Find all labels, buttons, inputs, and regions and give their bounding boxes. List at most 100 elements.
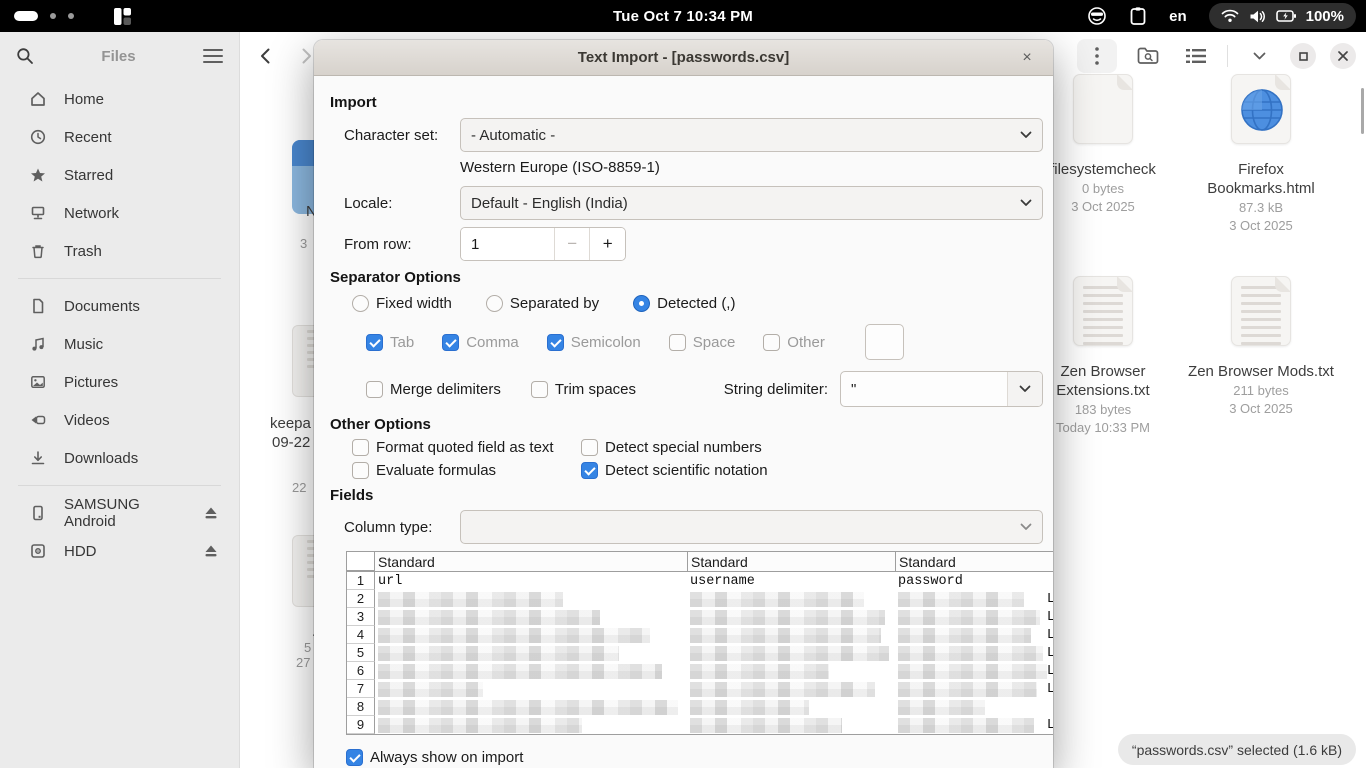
video-icon [30,412,46,428]
comma-label: Comma [466,334,519,351]
chevron-down-icon [1020,199,1032,207]
close-window-button[interactable] [1330,43,1356,69]
sidebar-item-downloads[interactable]: Downloads [6,439,233,477]
fixed-width-radio[interactable] [352,295,369,312]
text-file-icon [1073,276,1133,346]
sidebar-item-videos[interactable]: Videos [6,401,233,439]
increment-button[interactable]: + [589,228,625,260]
separator-heading: Separator Options [330,269,1043,286]
search-folder-button[interactable] [1131,39,1165,73]
search-icon[interactable] [16,47,34,65]
system-status-area[interactable]: 100% [1209,3,1356,29]
harddisk-icon [30,543,46,559]
locale-select[interactable]: Default - English (India) [460,186,1043,220]
preview-table[interactable]: Standard Standard Standard 1 url usernam… [346,551,1053,735]
sidebar-item-label: Starred [64,167,219,184]
file-size: 87.3 kB [1239,200,1283,216]
chevron-down-icon[interactable] [1007,372,1042,406]
keyboard-layout-indicator[interactable]: en [1169,8,1187,25]
sidebar-item-starred[interactable]: Starred [6,156,233,194]
format-quoted-checkbox[interactable] [352,439,369,456]
table-row-redacted: 3 L [347,608,1053,626]
eject-icon[interactable] [203,544,219,558]
charset-value: - Automatic - [471,127,555,144]
sidebar-item-pictures[interactable]: Pictures [6,363,233,401]
other-separator-input[interactable] [865,324,904,360]
sidebar-item-samsung-android[interactable]: SAMSUNG Android [6,494,233,532]
file-item-firefox-bookmarks[interactable]: Firefox Bookmarks.html 87.3 kB 3 Oct 202… [1182,74,1340,234]
column-header[interactable]: Standard [687,552,895,571]
merge-delimiters-checkbox[interactable] [366,381,383,398]
sidebar-item-music[interactable]: Music [6,325,233,363]
detect-special-checkbox[interactable] [581,439,598,456]
wifi-icon [1221,9,1239,23]
decrement-button[interactable]: − [554,228,590,260]
scrollbar[interactable] [1361,88,1364,134]
sidebar-item-home[interactable]: Home [6,80,233,118]
other-options-heading: Other Options [330,416,1043,433]
text-import-dialog: Text Import - [passwords.csv] × Import C… [314,40,1053,768]
detected-radio[interactable] [633,295,650,312]
sidebar-item-documents[interactable]: Documents [6,287,233,325]
column-type-select[interactable] [460,510,1043,544]
charset-select[interactable]: - Automatic - [460,118,1043,152]
partial-file-label: keepa [270,415,311,432]
always-show-checkbox[interactable] [346,749,363,766]
detect-scientific-checkbox[interactable] [581,462,598,479]
top-bar: Tue Oct 7 10:34 PM en 100% [0,0,1366,32]
from-row-spinner[interactable]: 1 − + [460,227,626,261]
string-delimiter-value[interactable]: " [841,372,1007,406]
sidebar-divider [18,485,221,486]
evaluate-formulas-checkbox[interactable] [352,462,369,479]
more-options-button[interactable] [1077,39,1117,73]
string-delimiter-label: String delimiter: [724,381,828,398]
partial-file-meta: 3 [300,236,307,251]
column-header[interactable]: Standard [375,552,687,571]
view-options-chevron[interactable] [1242,39,1276,73]
star-icon [30,167,46,183]
menu-icon[interactable] [203,49,223,63]
network-icon [30,205,46,221]
maximize-button[interactable] [1290,43,1316,69]
dialog-close-button[interactable]: × [1013,40,1041,76]
clock-icon [30,129,46,145]
clipboard-indicator-icon[interactable] [1129,6,1147,26]
chevron-down-icon [1020,131,1032,139]
text-file-icon [1231,276,1291,346]
always-show-row[interactable]: Always show on import [346,749,1043,766]
table-row-redacted: 8 [347,698,1053,716]
merge-delimiters-label: Merge delimiters [390,381,501,398]
from-row-value[interactable]: 1 [461,228,554,260]
trim-spaces-checkbox[interactable] [531,381,548,398]
column-header[interactable]: Standard [895,552,1053,571]
comma-checkbox[interactable] [442,334,459,351]
sidebar-item-recent[interactable]: Recent [6,118,233,156]
preview-table-header[interactable]: Standard Standard Standard [347,552,1053,572]
space-checkbox[interactable] [669,334,686,351]
table-row-redacted: 2 L [347,590,1053,608]
eject-icon[interactable] [203,506,219,520]
fields-heading: Fields [330,487,1043,504]
dialog-titlebar[interactable]: Text Import - [passwords.csv] × [314,40,1053,76]
list-view-button[interactable] [1179,39,1213,73]
selection-status: “passwords.csv” selected (1.6 kB) [1118,734,1356,765]
file-item-zen-mods[interactable]: Zen Browser Mods.txt 211 bytes 3 Oct 202… [1182,276,1340,436]
sidebar-item-network[interactable]: Network [6,194,233,232]
semicolon-checkbox[interactable] [547,334,564,351]
separated-by-radio[interactable] [486,295,503,312]
tab-checkbox[interactable] [366,334,383,351]
sidebar-item-label: Music [64,336,219,353]
file-size: 183 bytes [1075,402,1131,418]
file-name: Zen Browser Mods.txt [1188,362,1334,381]
sidebar-item-label: Downloads [64,450,219,467]
emoji-indicator-icon[interactable] [1087,6,1107,26]
string-delimiter-combo[interactable]: " [840,371,1043,407]
tab-label: Tab [390,334,414,351]
back-button[interactable] [248,39,282,73]
other-checkbox[interactable] [763,334,780,351]
sidebar-item-hdd[interactable]: HDD [6,532,233,570]
sidebar-item-trash[interactable]: Trash [6,232,233,270]
home-icon [30,91,46,107]
column-type-label: Column type: [344,519,460,536]
sidebar-item-label: Videos [64,412,219,429]
